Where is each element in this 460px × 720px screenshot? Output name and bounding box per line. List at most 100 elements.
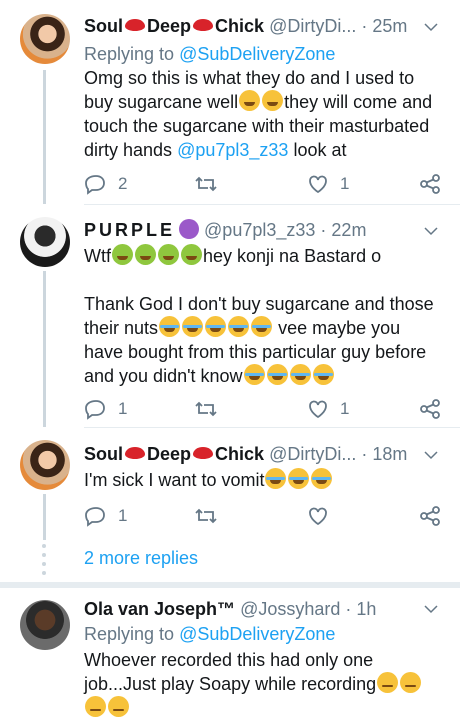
weary-face-icon	[262, 90, 284, 111]
reply-icon	[85, 507, 105, 527]
user-handle[interactable]: @DirtyDi...	[269, 444, 356, 464]
retweet-icon	[195, 508, 217, 524]
user-handle[interactable]: @DirtyDi...	[269, 16, 356, 36]
reply-button[interactable]: 1	[84, 396, 127, 422]
tears-of-joy-icon	[159, 316, 181, 337]
lips-icon	[193, 19, 214, 31]
tweet-text: Wtf hey konji na Bastard o Thank God I do…	[84, 244, 436, 388]
show-more-replies-link[interactable]: 2 more replies	[84, 548, 198, 569]
replying-to: Replying to @SubDeliveryZone	[84, 44, 336, 64]
avatar[interactable]	[20, 600, 70, 650]
tweet-actions: 1 1	[84, 396, 446, 422]
display-name[interactable]: Ola van Joseph™	[84, 599, 235, 619]
weary-face-icon	[239, 90, 261, 111]
lips-icon	[193, 447, 214, 459]
reply-button[interactable]: 1	[84, 503, 127, 529]
tweet-header: Ola van Joseph™ @Jossyhard · 1h	[84, 597, 424, 621]
thread-continuation-dots	[41, 544, 47, 580]
avatar[interactable]	[20, 217, 70, 267]
mention-link[interactable]: @pu7pl3_z33	[177, 140, 288, 160]
tears-of-joy-icon	[228, 316, 250, 337]
tweet-header: Soul Deep Chick @DirtyDi... · 25m	[84, 14, 424, 38]
chevron-down-icon[interactable]	[422, 222, 440, 240]
share-icon	[420, 174, 440, 194]
separator-dot: ·	[345, 599, 352, 619]
heart-icon	[309, 507, 327, 526]
thread-line	[43, 271, 46, 427]
heart-icon	[309, 400, 327, 419]
avatar[interactable]	[20, 14, 70, 64]
tweet-actions: 1	[84, 503, 446, 529]
heart-icon	[309, 175, 327, 194]
tears-of-joy-icon	[289, 364, 311, 385]
tweet-text: Omg so this is what they do and I used t…	[84, 68, 433, 160]
retweet-button[interactable]	[194, 171, 218, 197]
share-icon	[420, 399, 440, 419]
tears-of-joy-icon	[182, 316, 204, 337]
separator-dot: ·	[320, 220, 327, 240]
like-button[interactable]	[306, 503, 330, 529]
timestamp[interactable]: 18m	[372, 444, 407, 464]
share-button[interactable]	[418, 171, 442, 197]
lips-icon	[125, 447, 145, 459]
tweet-text: Whoever recorded this had only one job..…	[84, 648, 436, 720]
tweet-header: PURPLE @pu7pl3_z33 · 22m	[84, 218, 424, 242]
display-name[interactable]: PURPLE	[84, 220, 175, 240]
reply-button[interactable]: 2	[84, 171, 127, 197]
tweet-actions: 2 1	[84, 171, 446, 197]
retweet-icon	[195, 401, 217, 417]
chevron-down-icon[interactable]	[422, 600, 440, 618]
eye-roll-icon	[108, 696, 129, 717]
retweet-button[interactable]	[194, 503, 218, 529]
tweet-header: Soul Deep Chick @DirtyDi... · 18m	[84, 442, 424, 466]
nauseated-face-icon	[181, 244, 202, 265]
eye-roll-icon	[377, 672, 399, 693]
thread-line	[43, 494, 46, 540]
user-handle[interactable]: @Jossyhard	[240, 599, 340, 619]
like-button[interactable]: 1	[306, 396, 349, 422]
nauseated-face-icon	[135, 244, 156, 265]
timestamp[interactable]: 22m	[331, 220, 366, 240]
tweet-line: Wtf hey konji na Bastard o	[84, 244, 382, 266]
separator-dot: ·	[361, 444, 368, 464]
tweet-1[interactable]: Soul Deep Chick @DirtyDi... · 25m Replying…	[0, 0, 460, 204]
mention-link[interactable]: @SubDeliveryZone	[179, 44, 335, 64]
mention-link[interactable]: @SubDeliveryZone	[179, 624, 335, 644]
tweet-4[interactable]: Ola van Joseph™ @Jossyhard · 1h Replying…	[0, 588, 460, 720]
smiling-devil-icon	[179, 219, 200, 239]
replying-to: Replying to @SubDeliveryZone	[84, 624, 336, 644]
tears-of-joy-icon	[205, 316, 227, 337]
tweet-3[interactable]: Soul Deep Chick @DirtyDi... · 18m I'm sick…	[0, 428, 460, 540]
eye-roll-icon	[85, 696, 106, 717]
timestamp[interactable]: 1h	[356, 599, 376, 619]
chevron-down-icon[interactable]	[422, 18, 440, 36]
nauseated-face-icon	[158, 244, 179, 265]
tweet-2[interactable]: PURPLE @pu7pl3_z33 · 22m Wtf hey konji na…	[0, 205, 460, 427]
like-button[interactable]: 1	[306, 171, 349, 197]
crying-face-icon	[288, 468, 310, 489]
nauseated-face-icon	[112, 244, 133, 265]
tears-of-joy-icon	[266, 364, 288, 385]
thread-line	[43, 70, 46, 204]
display-name[interactable]: Soul Deep Chick	[84, 444, 264, 464]
share-button[interactable]	[418, 503, 442, 529]
crying-face-icon	[311, 468, 333, 489]
lips-icon	[125, 19, 145, 31]
reply-icon	[85, 175, 105, 195]
retweet-icon	[195, 176, 217, 192]
tweet-line: Thank God I don't buy sugarcane and thos…	[84, 294, 434, 386]
timestamp[interactable]: 25m	[372, 16, 407, 36]
share-icon	[420, 506, 440, 526]
tears-of-joy-icon	[312, 364, 334, 385]
eye-roll-icon	[400, 672, 422, 693]
retweet-button[interactable]	[194, 396, 218, 422]
avatar[interactable]	[20, 440, 70, 490]
share-button[interactable]	[418, 396, 442, 422]
crying-face-icon	[265, 468, 287, 489]
tweet-text: I'm sick I want to vomit	[84, 468, 436, 492]
tears-of-joy-icon	[243, 364, 265, 385]
display-name[interactable]: Soul Deep Chick	[84, 16, 264, 36]
separator-dot: ·	[361, 16, 368, 36]
chevron-down-icon[interactable]	[422, 446, 440, 464]
user-handle[interactable]: @pu7pl3_z33	[204, 220, 315, 240]
